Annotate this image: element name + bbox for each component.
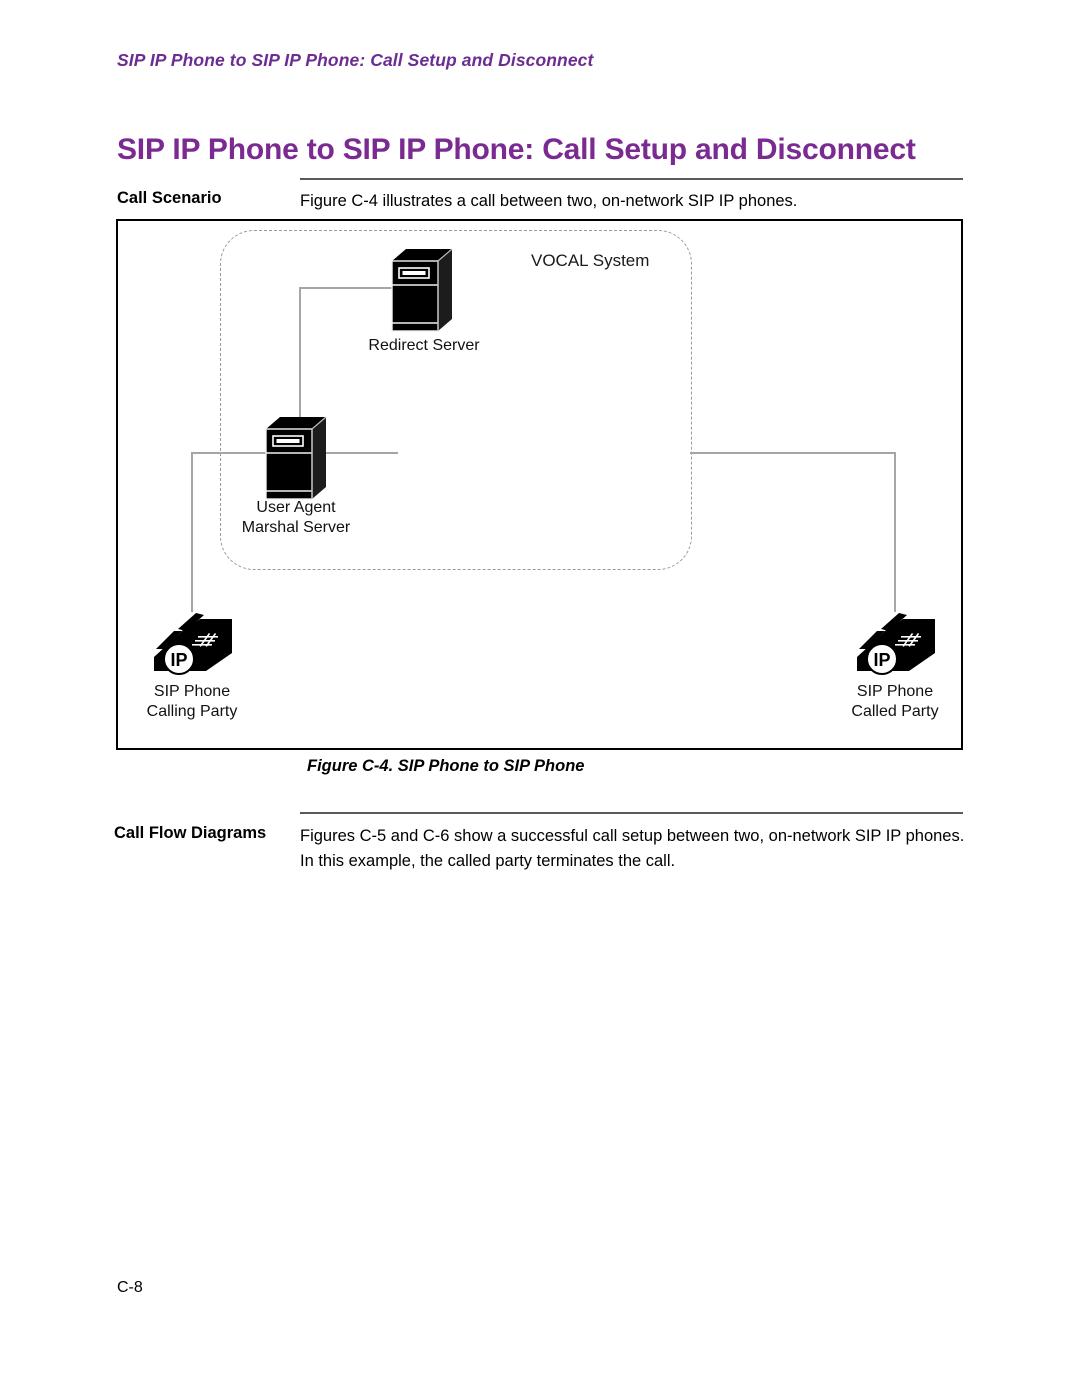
running-header: SIP IP Phone to SIP IP Phone: Call Setup… [117, 50, 594, 70]
redirect-server-label: Redirect Server [368, 337, 480, 354]
connector-called-phone-riser [894, 452, 896, 612]
section-text-call-flow-diagrams: Figures C-5 and C-6 show a successful ca… [300, 827, 965, 870]
figure-caption: Figure C-4. SIP Phone to SIP Phone [307, 757, 585, 775]
section-rule-call-flow-diagrams [300, 812, 963, 814]
sip-phone-called-label-line1: SIP Phone [856, 683, 934, 700]
svg-text:IP: IP [170, 650, 187, 670]
section-rule-call-scenario [300, 178, 963, 180]
svg-text:IP: IP [873, 650, 890, 670]
sip-phone-calling-label-line2: Calling Party [146, 703, 238, 720]
sip-phone-calling-icon: IP [148, 609, 236, 679]
sip-phone-calling-label-line1: SIP Phone [153, 683, 231, 700]
vocal-system-label: VOCAL System [531, 251, 650, 270]
redirect-server-icon [390, 247, 454, 333]
ua-marshal-server-icon [264, 415, 328, 501]
section-label-call-flow-diagrams: Call Flow Diagrams [114, 824, 267, 842]
page-title: SIP IP Phone to SIP IP Phone: Call Setup… [117, 133, 916, 167]
ua-marshal-server-label-line1: User Agent [256, 499, 336, 516]
sip-phone-called-icon: IP [851, 609, 939, 679]
sip-phone-called-label-line2: Called Party [851, 703, 939, 720]
section-text-call-scenario: Figure C-4 illustrates a call between tw… [300, 192, 798, 210]
document-page: SIP IP Phone to SIP IP Phone: Call Setup… [0, 0, 1080, 1397]
page-number: C-8 [117, 1279, 143, 1296]
connector-marshal-to-called-horizontal [690, 452, 895, 454]
connector-redirect-to-marshal-vertical [299, 287, 301, 421]
figure-c-4-container: VOCAL System Redirect Server User Agent … [116, 219, 963, 750]
section-label-call-scenario: Call Scenario [117, 189, 222, 207]
ua-marshal-server-label-line2: Marshal Server [241, 519, 351, 536]
